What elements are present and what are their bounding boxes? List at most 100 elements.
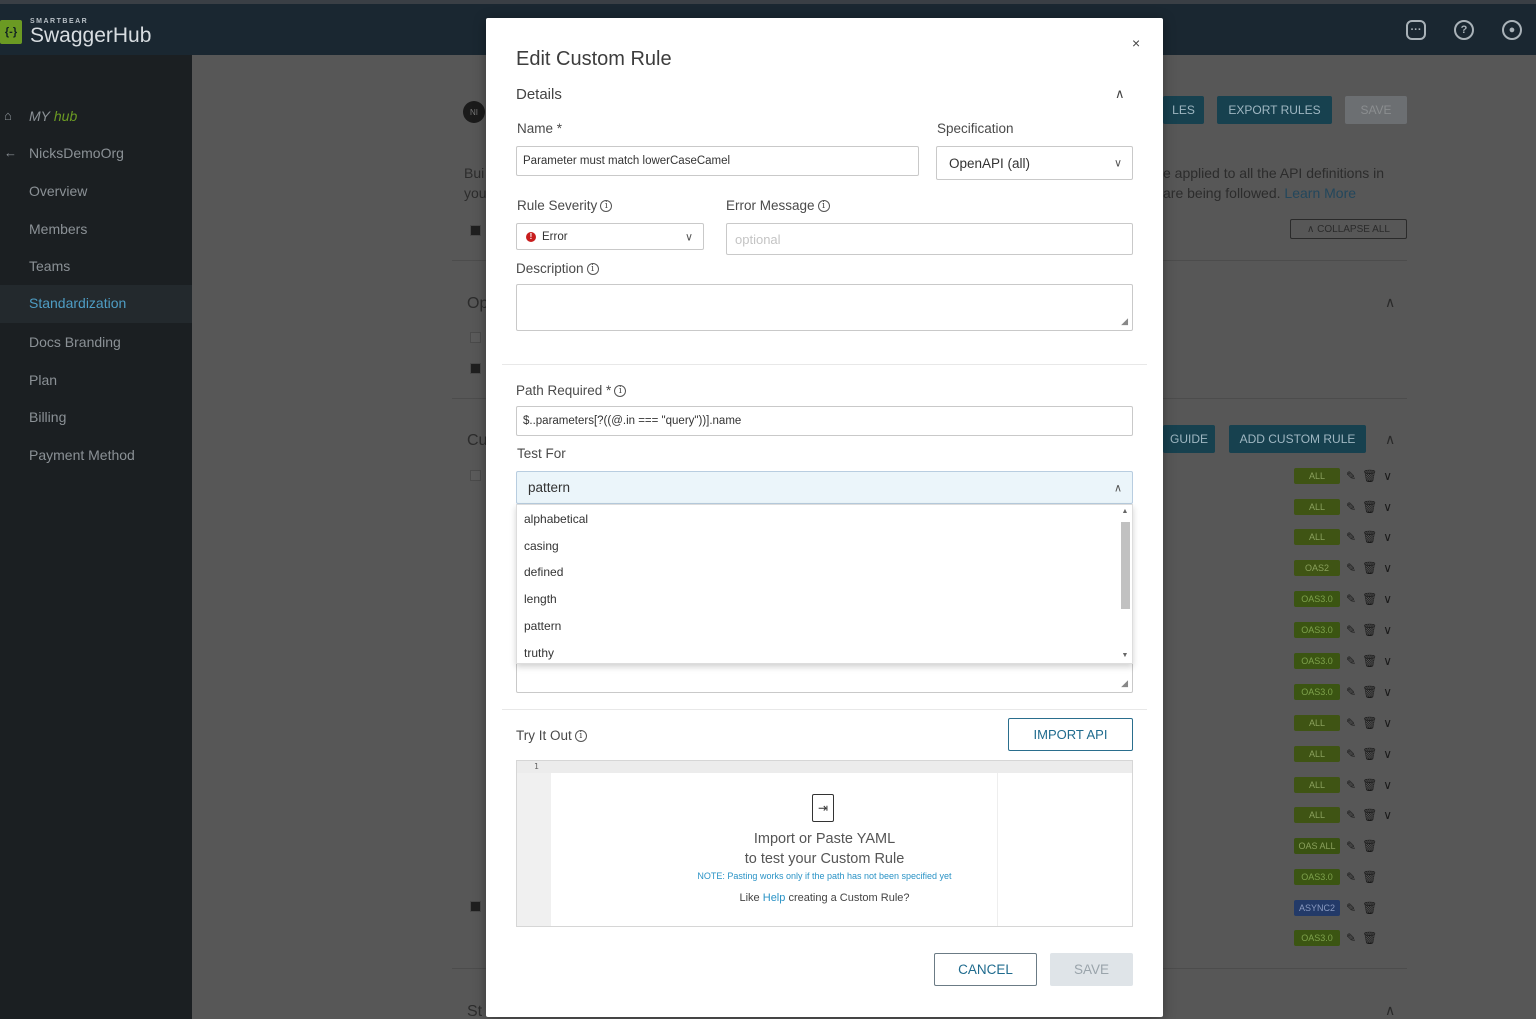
- collapse-all-button[interactable]: ∧ COLLAPSE ALL: [1290, 219, 1407, 239]
- edit-icon[interactable]: ✎: [1346, 500, 1356, 514]
- trash-icon[interactable]: 🗑: [1362, 500, 1377, 514]
- edit-icon[interactable]: ✎: [1346, 839, 1356, 853]
- edit-icon[interactable]: ✎: [1346, 870, 1356, 884]
- edit-icon[interactable]: ✎: [1346, 716, 1356, 730]
- edit-icon[interactable]: ✎: [1346, 901, 1356, 915]
- yaml-editor[interactable]: 1 ⇥ Import or Paste YAML to test your Cu…: [516, 760, 1133, 927]
- learn-more-link[interactable]: Learn More: [1284, 185, 1356, 201]
- add-custom-rule-button[interactable]: ADD CUSTOM RULE: [1229, 425, 1366, 453]
- trash-icon[interactable]: 🗑: [1362, 623, 1377, 637]
- export-rules-button[interactable]: EXPORT RULES: [1217, 96, 1332, 124]
- chevron-down-icon[interactable]: ∨: [1383, 500, 1392, 514]
- bg-checkbox[interactable]: [470, 225, 481, 236]
- back-arrow-icon[interactable]: ←: [4, 145, 17, 160]
- test-for-select[interactable]: pattern ∧: [516, 471, 1133, 504]
- chevron-up-icon[interactable]: ∧: [1115, 86, 1125, 102]
- edit-icon[interactable]: ✎: [1346, 623, 1356, 637]
- help-icon[interactable]: ?: [1454, 20, 1474, 40]
- chat-icon[interactable]: ···: [1406, 20, 1426, 40]
- sidebar-item-standardization[interactable]: Standardization: [0, 285, 192, 323]
- name-field[interactable]: Parameter must match lowerCaseCamel: [516, 146, 919, 176]
- specification-select[interactable]: OpenAPI (all) ∨: [936, 146, 1133, 180]
- chevron-down-icon[interactable]: ∨: [1383, 592, 1392, 606]
- trash-icon[interactable]: 🗑: [1362, 901, 1377, 915]
- user-icon[interactable]: ●: [1502, 20, 1522, 40]
- edit-icon[interactable]: ✎: [1346, 592, 1356, 606]
- dropdown-option-length[interactable]: length: [524, 592, 557, 606]
- import-api-button[interactable]: IMPORT API: [1008, 718, 1133, 751]
- sidebar-item-overview[interactable]: Overview: [29, 183, 87, 199]
- trash-icon[interactable]: 🗑: [1362, 808, 1377, 822]
- dropdown-option-pattern[interactable]: pattern: [524, 619, 561, 633]
- rules-button[interactable]: LES: [1163, 96, 1204, 124]
- dropdown-option-casing[interactable]: casing: [524, 539, 559, 553]
- trash-icon[interactable]: 🗑: [1362, 839, 1377, 853]
- save-button[interactable]: SAVE: [1050, 953, 1133, 986]
- edit-icon[interactable]: ✎: [1346, 747, 1356, 761]
- guide-button[interactable]: GUIDE: [1163, 425, 1215, 453]
- path-field[interactable]: $..parameters[?((@.in === "query"))].nam…: [516, 406, 1133, 436]
- resize-handle-icon[interactable]: ◢: [1121, 678, 1128, 689]
- edit-icon[interactable]: ✎: [1346, 469, 1356, 483]
- bg-checkbox[interactable]: [470, 332, 481, 343]
- chevron-up-icon[interactable]: ∧: [1385, 431, 1395, 448]
- trash-icon[interactable]: 🗑: [1362, 716, 1377, 730]
- info-icon[interactable]: i: [586, 262, 599, 275]
- info-icon[interactable]: i: [614, 384, 627, 397]
- sidebar-item-teams[interactable]: Teams: [29, 258, 70, 274]
- chevron-down-icon[interactable]: ∨: [1383, 778, 1392, 792]
- bg-checkbox[interactable]: [470, 901, 481, 912]
- chevron-down-icon[interactable]: ∨: [1383, 530, 1392, 544]
- dropdown-option-alphabetical[interactable]: alphabetical: [524, 512, 588, 526]
- chevron-down-icon[interactable]: ∨: [1383, 654, 1392, 668]
- scroll-down-arrow-icon[interactable]: ▼: [1120, 652, 1130, 659]
- edit-icon[interactable]: ✎: [1346, 808, 1356, 822]
- chevron-down-icon[interactable]: ∨: [1383, 561, 1392, 575]
- chevron-down-icon[interactable]: ∨: [1383, 469, 1392, 483]
- chevron-down-icon[interactable]: ∨: [1383, 685, 1392, 699]
- edit-icon[interactable]: ✎: [1346, 685, 1356, 699]
- trash-icon[interactable]: 🗑: [1362, 870, 1377, 884]
- chevron-up-icon[interactable]: ∧: [1385, 294, 1395, 311]
- bg-checkbox[interactable]: [470, 363, 481, 374]
- scroll-up-arrow-icon[interactable]: ▲: [1120, 508, 1130, 515]
- cancel-button[interactable]: CANCEL: [934, 953, 1037, 986]
- resize-handle-icon[interactable]: ◢: [1121, 316, 1128, 327]
- close-icon[interactable]: ×: [1132, 35, 1140, 51]
- trash-icon[interactable]: 🗑: [1362, 931, 1377, 945]
- sidebar-item-billing[interactable]: Billing: [29, 409, 66, 425]
- trash-icon[interactable]: 🗑: [1362, 778, 1377, 792]
- chevron-down-icon[interactable]: ∨: [1383, 716, 1392, 730]
- trash-icon[interactable]: 🗑: [1362, 561, 1377, 575]
- description-textarea[interactable]: ◢: [516, 284, 1133, 331]
- sidebar-item-docs-branding[interactable]: Docs Branding: [29, 334, 121, 350]
- sidebar-item-plan[interactable]: Plan: [29, 372, 57, 388]
- info-icon[interactable]: i: [574, 729, 587, 742]
- error-message-field[interactable]: optional: [726, 223, 1133, 255]
- scrollbar-thumb[interactable]: [1121, 522, 1130, 609]
- dropdown-option-truthy[interactable]: truthy: [524, 646, 554, 660]
- bg-checkbox[interactable]: [470, 470, 481, 481]
- info-icon[interactable]: i: [600, 199, 613, 212]
- edit-icon[interactable]: ✎: [1346, 778, 1356, 792]
- trash-icon[interactable]: 🗑: [1362, 685, 1377, 699]
- dropdown-option-defined[interactable]: defined: [524, 565, 563, 579]
- sidebar-item-myhub[interactable]: MY hub: [29, 108, 77, 124]
- save-button-bg[interactable]: SAVE: [1345, 96, 1407, 124]
- edit-icon[interactable]: ✎: [1346, 654, 1356, 668]
- edit-icon[interactable]: ✎: [1346, 561, 1356, 575]
- edit-icon[interactable]: ✎: [1346, 931, 1356, 945]
- trash-icon[interactable]: 🗑: [1362, 469, 1377, 483]
- chevron-down-icon[interactable]: ∨: [1383, 623, 1392, 637]
- swaggerhub-logo[interactable]: {-} SMARTBEAR SwaggerHub: [0, 18, 151, 46]
- edit-icon[interactable]: ✎: [1346, 530, 1356, 544]
- help-link[interactable]: Help: [763, 892, 786, 904]
- chevron-down-icon[interactable]: ∨: [1383, 808, 1392, 822]
- chevron-down-icon[interactable]: ∨: [1383, 747, 1392, 761]
- trash-icon[interactable]: 🗑: [1362, 747, 1377, 761]
- sidebar-item-org[interactable]: NicksDemoOrg: [29, 145, 124, 161]
- dropdown-scrollbar[interactable]: ▲ ▼: [1120, 508, 1130, 662]
- rule-severity-select[interactable]: ! Error ∨: [516, 223, 704, 250]
- info-icon[interactable]: i: [817, 199, 830, 212]
- trash-icon[interactable]: 🗑: [1362, 654, 1377, 668]
